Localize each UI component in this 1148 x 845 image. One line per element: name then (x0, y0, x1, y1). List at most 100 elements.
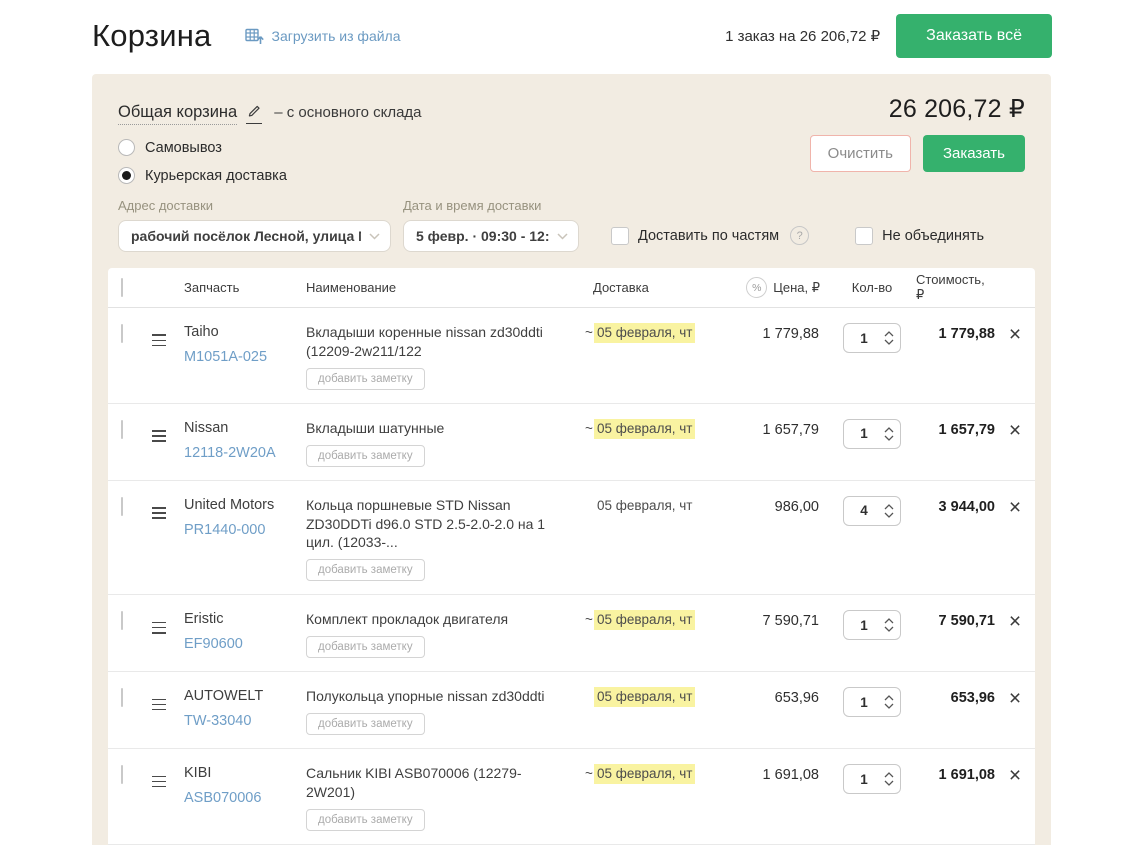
remove-item-icon[interactable]: × (1009, 419, 1021, 442)
drag-handle-icon[interactable] (152, 327, 166, 347)
add-note-button[interactable]: добавить заметку (306, 636, 425, 659)
table-row: Nissan 12118-2W20A Вкладыши шатунные доб… (108, 404, 1035, 481)
add-note-button[interactable]: добавить заметку (306, 367, 425, 390)
part-article-link[interactable]: 12118-2W20A (184, 445, 276, 461)
qty-increase-icon[interactable] (884, 426, 894, 433)
part-article-link[interactable]: PR1440-000 (184, 522, 265, 538)
pickup-radio-circle[interactable] (118, 139, 135, 156)
qty-decrease-icon[interactable] (884, 703, 894, 710)
part-brand: AUTOWELT (184, 688, 264, 705)
drag-handle-icon[interactable] (152, 692, 166, 711)
add-note-button[interactable]: добавить заметку (306, 808, 425, 831)
table-row: United Motors PR1440-000 Кольца поршневы… (108, 481, 1035, 596)
pickup-radio-label: Самовывоз (145, 139, 222, 156)
row-checkbox[interactable] (121, 419, 123, 439)
drag-handle-icon[interactable] (152, 500, 166, 519)
add-note-button[interactable]: добавить заметку (306, 444, 425, 467)
qty-decrease-icon[interactable] (884, 339, 894, 345)
qty-decrease-icon[interactable] (884, 512, 894, 518)
row-checkbox[interactable] (121, 688, 123, 708)
part-article-link[interactable]: M1051A-025 (184, 349, 267, 365)
no-merge-checkbox[interactable] (855, 227, 874, 245)
qty-increase-icon[interactable] (884, 331, 894, 337)
qty-increase-icon[interactable] (884, 695, 894, 701)
col-header-qty: Кол-во (851, 280, 893, 295)
clear-cart-button[interactable]: Очистить (809, 135, 911, 172)
part-article-link[interactable]: ASB070006 (184, 790, 261, 806)
part-name: Кольца поршневые STD Nissan ZD30DDTi d96… (306, 496, 546, 551)
quantity-stepper[interactable]: 1 (843, 687, 901, 718)
quantity-value: 4 (860, 503, 868, 519)
remove-item-icon[interactable]: × (1009, 610, 1021, 633)
item-price: 1 779,88 (762, 326, 819, 342)
drag-handle-icon[interactable] (152, 615, 166, 634)
qty-increase-icon[interactable] (884, 503, 894, 510)
col-header-delivery: Доставка (593, 280, 649, 295)
qty-decrease-icon[interactable] (884, 626, 894, 633)
table-rows: Taiho M1051A-025 Вкладыши коренные nissa… (108, 308, 1035, 845)
drag-handle-icon[interactable] (152, 769, 166, 788)
part-brand: United Motors (184, 496, 275, 513)
delivery-date: 05 февраля, чт (594, 418, 696, 439)
quantity-value: 1 (860, 694, 868, 710)
item-total: 1 779,88 (938, 326, 995, 342)
row-checkbox[interactable] (121, 496, 123, 516)
select-all-checkbox[interactable] (121, 277, 123, 297)
remove-item-icon[interactable]: × (1009, 496, 1021, 519)
part-article-link[interactable]: TW-33040 (184, 713, 251, 729)
qty-decrease-icon[interactable] (884, 435, 894, 441)
order-cart-button[interactable]: Заказать (922, 135, 1025, 172)
cart-panel: Общая корзина – с основного склада 26 20… (92, 74, 1051, 845)
deliver-in-parts-checkbox[interactable] (611, 226, 629, 245)
remove-item-icon[interactable]: × (1009, 764, 1021, 787)
table-row: Taiho M1051A-025 Вкладыши коренные nissa… (108, 308, 1035, 404)
percent-icon[interactable]: % (746, 277, 768, 298)
no-merge-checkbox-group[interactable]: Не объединять (855, 227, 984, 245)
edit-cart-name-icon[interactable] (246, 103, 263, 124)
delivery-date: 05 февраля, чт (594, 764, 696, 785)
item-total: 3 944,00 (938, 498, 995, 515)
courier-radio-circle[interactable] (118, 167, 135, 184)
quantity-stepper[interactable]: 1 (843, 764, 901, 795)
part-brand: Eristic (184, 611, 224, 628)
quantity-stepper[interactable]: 4 (843, 495, 901, 526)
datetime-select[interactable]: 5 февр. · 09:30 - 12:30 (403, 220, 579, 252)
qty-increase-icon[interactable] (884, 618, 894, 624)
quantity-value: 1 (860, 426, 868, 442)
quantity-stepper[interactable]: 1 (843, 610, 901, 641)
cart-items-table: Запчасть Наименование Доставка % Цена, ₽… (108, 268, 1035, 845)
cart-total: 26 206,72 ₽ (888, 95, 1025, 123)
add-note-button[interactable]: добавить заметку (306, 559, 425, 582)
quantity-stepper[interactable]: 1 (843, 418, 901, 449)
add-note-button[interactable]: добавить заметку (306, 713, 425, 736)
remove-item-icon[interactable]: × (1009, 323, 1021, 346)
help-icon[interactable]: ? (790, 226, 810, 245)
upload-from-file-link[interactable]: Загрузить из файла (245, 28, 401, 45)
table-row: KIBI ASB070006 Сальник KIBI ASB070006 (1… (108, 749, 1035, 845)
part-article-link[interactable]: EF90600 (184, 636, 243, 652)
remove-item-icon[interactable]: × (1009, 687, 1021, 710)
cart-name[interactable]: Общая корзина (118, 103, 238, 125)
col-header-part: Запчасть (184, 280, 240, 295)
page-title: Корзина (92, 18, 212, 53)
drag-handle-icon[interactable] (152, 423, 166, 442)
col-header-name: Наименование (306, 280, 397, 295)
quantity-value: 1 (860, 771, 868, 787)
datetime-value: 5 февр. · 09:30 - 12:30 (416, 228, 549, 244)
qty-increase-icon[interactable] (884, 772, 894, 778)
part-brand: Nissan (184, 419, 229, 436)
part-name: Вкладыши коренные nissan zd30ddti (12209… (306, 324, 543, 359)
part-brand: Taiho (184, 324, 219, 340)
deliver-in-parts-checkbox-group[interactable]: Доставить по частям ? (611, 226, 810, 245)
row-checkbox[interactable] (121, 611, 123, 631)
delivery-date: 05 февраля, чт (594, 687, 696, 708)
order-all-button[interactable]: Заказать всё (896, 14, 1052, 58)
quantity-stepper[interactable]: 1 (843, 323, 901, 353)
row-checkbox[interactable] (121, 324, 123, 343)
address-select[interactable]: рабочий посёлок Лесной, улица М... (118, 220, 391, 252)
qty-decrease-icon[interactable] (884, 780, 894, 787)
item-price: 653,96 (774, 690, 819, 707)
item-price: 1 657,79 (762, 421, 819, 438)
row-checkbox[interactable] (121, 765, 123, 785)
order-summary: 1 заказ на 26 206,72 ₽ (725, 28, 881, 45)
